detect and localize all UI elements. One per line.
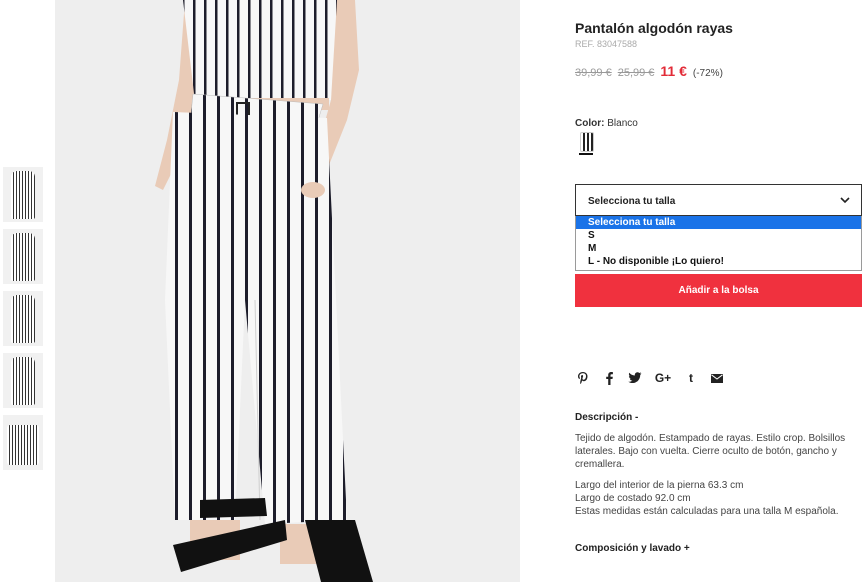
thumbnail-2[interactable] bbox=[3, 229, 43, 284]
description-body: Tejido de algodón. Estampado de rayas. E… bbox=[575, 432, 862, 518]
email-icon[interactable] bbox=[709, 370, 725, 386]
tumblr-icon[interactable]: t bbox=[683, 370, 699, 386]
color-value: Blanco bbox=[607, 118, 638, 129]
thumbnail-1[interactable] bbox=[3, 167, 43, 222]
color-row: Color: Blanco bbox=[575, 118, 638, 129]
google-plus-icon[interactable]: G+ bbox=[653, 370, 673, 386]
thumbnail-list bbox=[3, 167, 43, 477]
thumbnail-5[interactable] bbox=[3, 415, 43, 470]
description-heading[interactable]: Descripción - bbox=[575, 412, 638, 423]
pinterest-icon[interactable] bbox=[575, 370, 591, 386]
thumbnail-3[interactable] bbox=[3, 291, 43, 346]
size-select-value: Selecciona tu talla bbox=[588, 196, 676, 207]
discount-badge: (-72%) bbox=[692, 68, 723, 79]
product-ref: REF. 83047588 bbox=[575, 39, 638, 49]
price-row: 39,99 € 25,99 € 11 € (-72%) bbox=[575, 63, 723, 79]
description-text: Tejido de algodón. Estampado de rayas. E… bbox=[575, 433, 846, 470]
measure-side: Largo de costado 92.0 cm bbox=[575, 493, 691, 504]
price-current: 11 € bbox=[660, 63, 687, 79]
price-original: 39,99 € bbox=[575, 67, 612, 79]
twitter-icon[interactable] bbox=[627, 370, 643, 386]
size-option-l[interactable]: L - No disponible ¡Lo quiero! bbox=[576, 255, 861, 268]
measure-inseam: Largo del interior de la pierna 63.3 cm bbox=[575, 480, 744, 491]
facebook-icon[interactable] bbox=[601, 370, 617, 386]
chevron-down-icon bbox=[840, 197, 850, 204]
add-to-bag-button[interactable]: Añadir a la bolsa bbox=[575, 274, 862, 307]
size-select[interactable]: Selecciona tu talla bbox=[575, 184, 862, 216]
color-swatch-blanco[interactable] bbox=[580, 132, 594, 152]
product-photo bbox=[155, 0, 373, 582]
color-label: Color: bbox=[575, 118, 605, 129]
measure-note: Estas medidas están calculadas para una … bbox=[575, 506, 839, 517]
size-option-m[interactable]: M bbox=[576, 242, 861, 255]
size-option-placeholder[interactable]: Selecciona tu talla bbox=[576, 216, 861, 229]
share-bar: G+ t bbox=[575, 370, 725, 386]
selected-swatch-indicator bbox=[579, 153, 593, 155]
size-dropdown-list: Selecciona tu talla S M L - No disponibl… bbox=[575, 216, 862, 271]
composition-heading[interactable]: Composición y lavado + bbox=[575, 543, 690, 554]
thumbnail-4[interactable] bbox=[3, 353, 43, 408]
product-main-image[interactable] bbox=[55, 0, 520, 582]
product-title: Pantalón algodón rayas bbox=[575, 20, 733, 36]
size-option-s[interactable]: S bbox=[576, 229, 861, 242]
price-previous: 25,99 € bbox=[617, 67, 655, 79]
